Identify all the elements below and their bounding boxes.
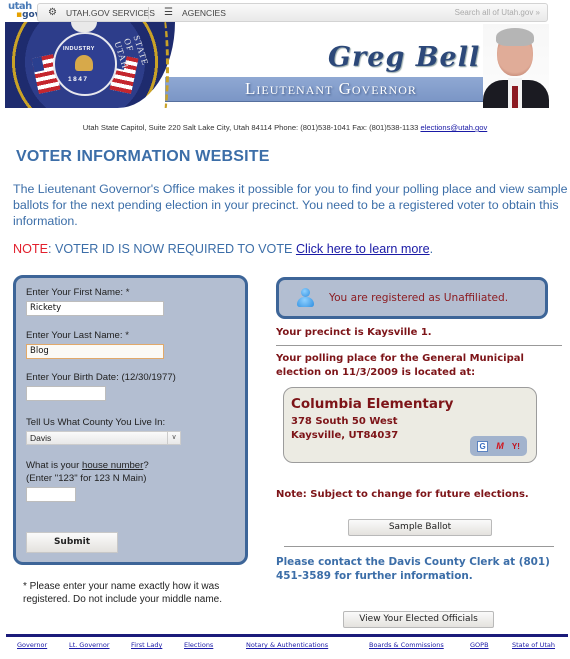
google-maps-icon[interactable]: G [477, 440, 489, 452]
birth-date-input[interactable] [26, 386, 106, 401]
seal-year: 1847 [68, 76, 89, 83]
footer-bar [6, 634, 568, 637]
eagle-graphic [71, 22, 97, 32]
office-address: Utah State Capitol, Suite 220 Salt Lake … [0, 123, 570, 132]
county-select[interactable]: Davis ∨ [26, 431, 181, 445]
beehive-graphic [75, 55, 93, 71]
intro-paragraph: The Lieutenant Governor's Office makes i… [13, 182, 568, 228]
seal-gold-rim [155, 22, 169, 108]
footer-link-boards[interactable]: Boards & Commissions [369, 641, 444, 649]
address-text: Utah State Capitol, Suite 220 Salt Lake … [82, 123, 421, 132]
seal-motto: INDUSTRY [63, 46, 95, 52]
user-icon-head [301, 288, 310, 297]
utah-gov-services-menu[interactable]: ⚙ UTAH.GOV SERVICES [48, 7, 155, 18]
list-icon: ☰ [164, 7, 173, 18]
last-name-input[interactable]: Blog [26, 344, 164, 359]
first-name-label: Enter Your First Name: * [26, 287, 130, 298]
official-portrait [483, 24, 549, 108]
note-text: : VOTER ID IS NOW REQUIRED TO VOTE [47, 242, 296, 256]
mapquest-icon[interactable]: M [496, 441, 504, 451]
footer-link-state-of-utah[interactable]: State of Utah [512, 641, 555, 649]
yahoo-maps-icon[interactable]: Y! [512, 442, 520, 451]
search-input[interactable]: Search all of Utah.gov » [439, 6, 544, 19]
email-link[interactable]: elections@utah.gov [420, 123, 487, 132]
divider [148, 7, 149, 19]
logo-text-bottom: ▪gov [16, 10, 41, 20]
note-end: . [429, 242, 434, 256]
precinct-info: Your precinct is Kaysville 1. [276, 327, 432, 338]
page-title: VOTER INFORMATION WEBSITE [16, 148, 270, 165]
house-number-input[interactable] [26, 487, 76, 502]
agencies-menu[interactable]: ☰ AGENCIES [164, 7, 226, 18]
header-banner: INDUSTRY 1847 STATE OF UTAH Lieutenant G… [5, 22, 550, 108]
house-label-text: What is your [26, 460, 82, 471]
gear-icon: ⚙ [48, 7, 57, 18]
polling-place-address: 378 South 50 West Kaysville, UT84037 [291, 415, 398, 442]
polling-place-street: 378 South 50 West [291, 416, 398, 427]
house-number-hint: (Enter "123" for 123 N Main) [26, 473, 147, 484]
sample-ballot-button[interactable]: Sample Ballot [348, 519, 492, 536]
footer-link-first-lady[interactable]: First Lady [131, 641, 162, 649]
map-links: G M Y! [470, 436, 527, 456]
polling-place-card: Columbia Elementary 378 South 50 West Ka… [283, 387, 537, 463]
future-elections-note: Note: Subject to change for future elect… [276, 489, 529, 500]
utah-gov-topbar: utah ▪gov ⚙ UTAH.GOV SERVICES ☰ AGENCIES… [0, 0, 570, 24]
footer-link-elections[interactable]: Elections [184, 641, 213, 649]
last-name-label: Enter Your Last Name: * [26, 330, 129, 341]
note-label: NOTE [13, 242, 48, 256]
agencies-label: AGENCIES [181, 7, 226, 18]
portrait-tie [512, 86, 518, 108]
county-selected-value: Davis [30, 433, 52, 443]
divider [284, 546, 554, 547]
county-label: Tell Us What County You Live In: [26, 417, 166, 428]
footer-nav: Governor Lt. Governor First Lady Electio… [0, 641, 570, 653]
divider [276, 345, 562, 346]
footer-link-governor[interactable]: Governor [17, 641, 47, 649]
registration-status: You are registered as Unaffiliated. [329, 292, 509, 304]
name-footnote: * Please enter your name exactly how it … [23, 581, 222, 605]
polling-place-city: Kaysville, UT84037 [291, 429, 399, 441]
first-name-input[interactable]: Rickety [26, 301, 164, 316]
county-clerk-contact: Please contact the Davis County Clerk at… [276, 556, 550, 582]
registration-status-box: You are registered as Unaffiliated. [276, 277, 548, 319]
polling-place-intro: Your polling place for the General Munic… [276, 353, 524, 378]
services-label: UTAH.GOV SERVICES [65, 7, 155, 18]
house-label-end: ? [143, 460, 149, 471]
footer-link-lt-governor[interactable]: Lt. Governor [69, 641, 110, 649]
services-bar: ⚙ UTAH.GOV SERVICES ☰ AGENCIES Search al… [37, 3, 548, 22]
user-icon-body [297, 297, 314, 307]
house-number-help-link[interactable]: house number [82, 460, 143, 471]
utah-gov-logo[interactable]: utah ▪gov [8, 2, 41, 22]
view-elected-officials-button[interactable]: View Your Elected Officials [343, 611, 494, 628]
user-icon [297, 288, 314, 308]
submit-button[interactable]: Submit [26, 532, 118, 553]
voter-id-note: NOTE: VOTER ID IS NOW REQUIRED TO VOTE C… [13, 242, 433, 256]
portrait-hair [496, 28, 534, 46]
footer-link-gopb[interactable]: GOPB [470, 641, 489, 649]
chevron-down-icon: ∨ [167, 432, 180, 444]
official-title: Lieutenant Governor [245, 79, 417, 98]
official-name: Greg Bell [328, 42, 481, 73]
footer-link-notary[interactable]: Notary & Authentications [246, 641, 328, 649]
utah-state-seal: INDUSTRY 1847 STATE OF UTAH [5, 22, 175, 108]
voter-lookup-form: Enter Your First Name: * Rickety Enter Y… [13, 275, 248, 565]
learn-more-link[interactable]: Click here to learn more [296, 242, 430, 256]
birth-date-label: Enter Your Birth Date: (12/30/1977) [26, 372, 176, 383]
house-number-label: What is your house number? [26, 460, 149, 471]
polling-place-name: Columbia Elementary [291, 396, 454, 412]
